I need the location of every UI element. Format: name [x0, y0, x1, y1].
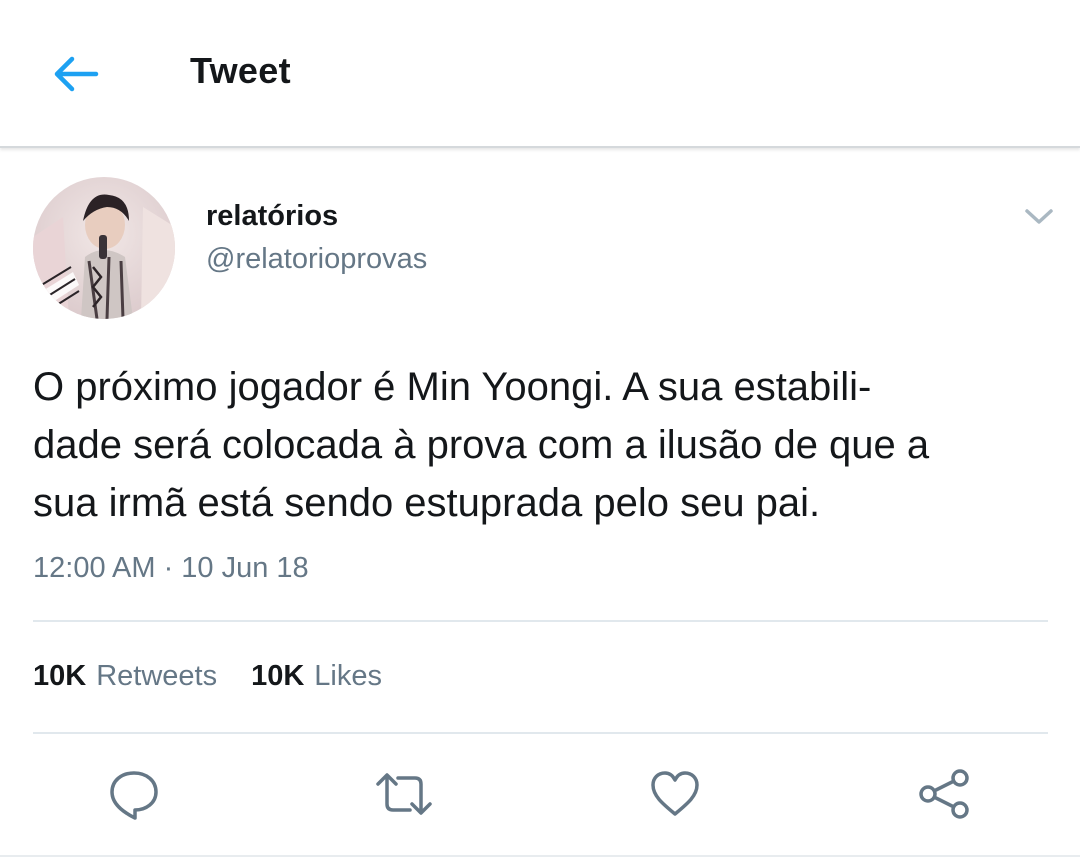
- divider: [33, 732, 1048, 734]
- like-icon: [651, 771, 699, 816]
- retweet-button[interactable]: [374, 764, 434, 824]
- retweets-stat[interactable]: 10K Retweets: [33, 660, 217, 693]
- arrow-left-icon: [54, 56, 99, 92]
- likes-label: Likes: [314, 660, 382, 692]
- retweet-icon: [376, 773, 432, 815]
- tweet-text-line: dade será colocada à prova com a ilusão …: [33, 423, 930, 467]
- reply-icon: [110, 771, 158, 820]
- tweet-text-line: sua irmã está sendo estuprada pelo seu p…: [33, 481, 821, 525]
- user-handle[interactable]: @relatorioprovas: [206, 243, 427, 276]
- likes-stat[interactable]: 10K Likes: [251, 660, 382, 693]
- divider: [33, 620, 1048, 622]
- tweet-timestamp: 12:00 AM · 10 Jun 18: [33, 552, 309, 584]
- like-button[interactable]: [645, 764, 705, 824]
- chevron-down-icon: [1025, 209, 1053, 224]
- top-bar: Tweet: [0, 0, 1080, 148]
- tweet-text: O próximo jogador é Min Yoongi. A sua es…: [33, 358, 1053, 532]
- avatar[interactable]: [33, 177, 175, 319]
- tweet-stats: 10K Retweets 10K Likes: [33, 660, 382, 693]
- divider: [0, 855, 1080, 857]
- retweets-label: Retweets: [96, 660, 218, 692]
- likes-count: 10K: [251, 660, 305, 692]
- tweet-menu-button[interactable]: [1018, 200, 1060, 234]
- tweet-text-line: O próximo jogador é Min Yoongi. A sua es…: [33, 365, 872, 409]
- share-icon: [919, 769, 969, 819]
- reply-button[interactable]: [104, 764, 164, 824]
- page-title: Tweet: [190, 50, 291, 91]
- share-button[interactable]: [914, 764, 974, 824]
- display-name[interactable]: relatórios: [206, 200, 338, 233]
- back-button[interactable]: [46, 48, 106, 100]
- retweets-count: 10K: [33, 660, 87, 692]
